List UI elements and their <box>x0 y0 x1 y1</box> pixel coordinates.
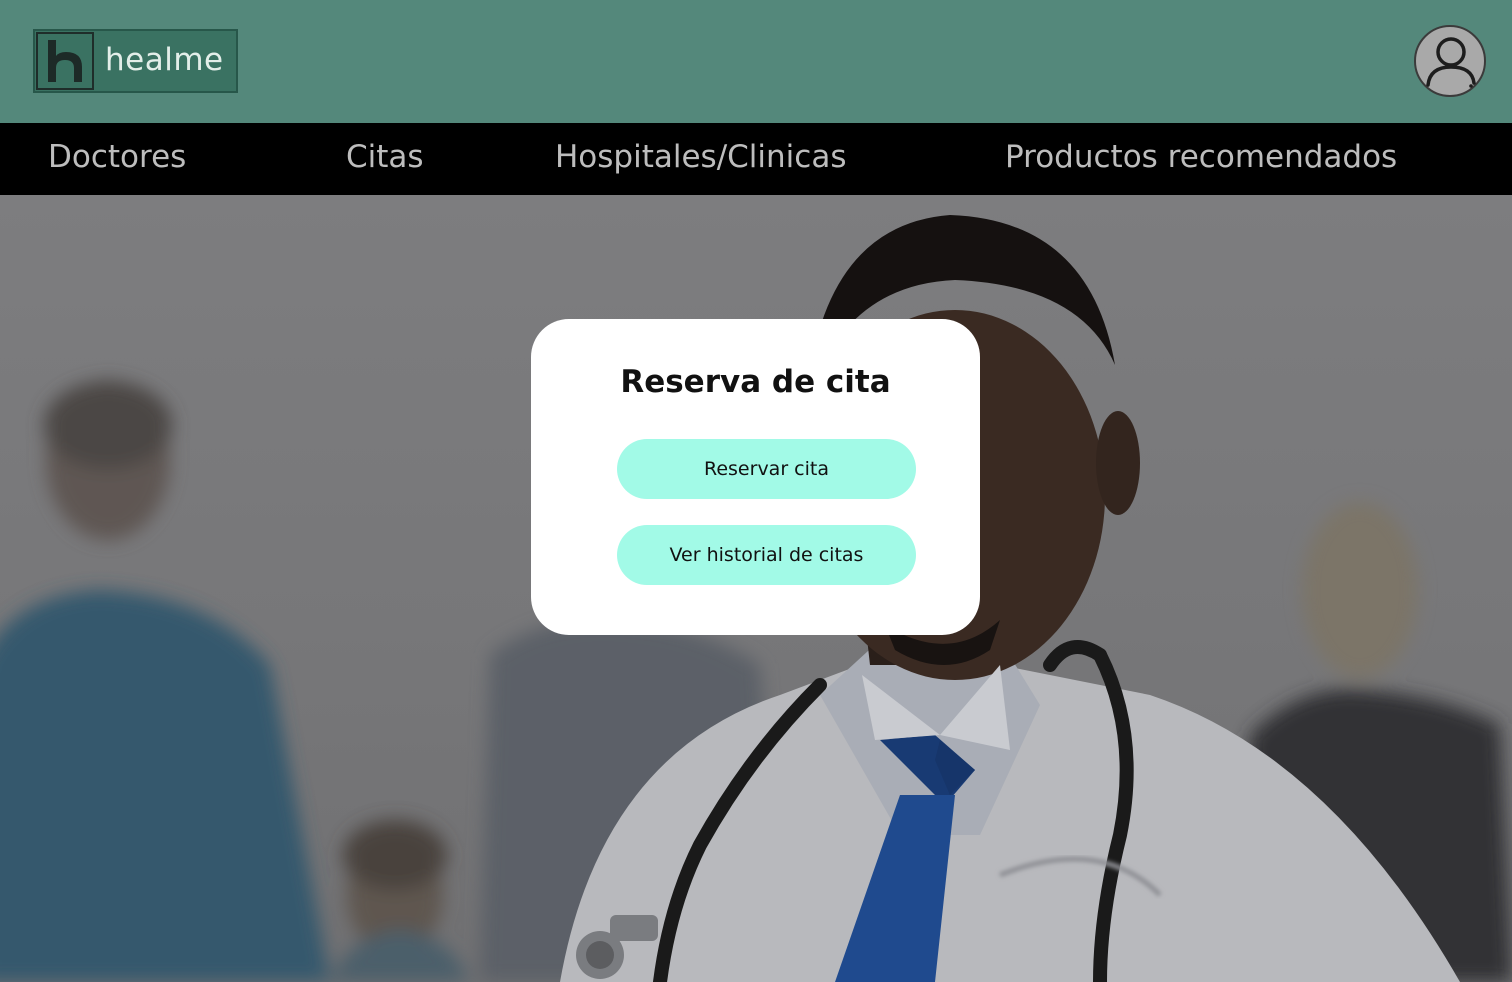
user-avatar-icon[interactable] <box>1414 25 1486 97</box>
healme-h-logo-icon <box>36 32 94 90</box>
top-header: healme <box>0 0 1512 123</box>
appointment-modal: Reserva de cita Reservar cita Ver histor… <box>531 319 980 635</box>
appointment-history-button[interactable]: Ver historial de citas <box>617 525 916 585</box>
nav-item-hospitales[interactable]: Hospitales/Clinicas <box>555 139 846 175</box>
main-nav: Doctores Citas Hospitales/Clinicas Produ… <box>0 123 1512 195</box>
brand-name: healme <box>105 42 224 78</box>
nav-item-citas[interactable]: Citas <box>346 139 424 175</box>
app-root: healme Doctores Citas Hospitales/Clinica… <box>0 0 1512 982</box>
nav-item-doctores[interactable]: Doctores <box>48 139 186 175</box>
nav-item-productos[interactable]: Productos recomendados <box>1005 139 1397 175</box>
modal-title: Reserva de cita <box>620 364 891 400</box>
brand-logo[interactable]: healme <box>33 29 238 93</box>
reserve-appointment-button[interactable]: Reservar cita <box>617 439 916 499</box>
